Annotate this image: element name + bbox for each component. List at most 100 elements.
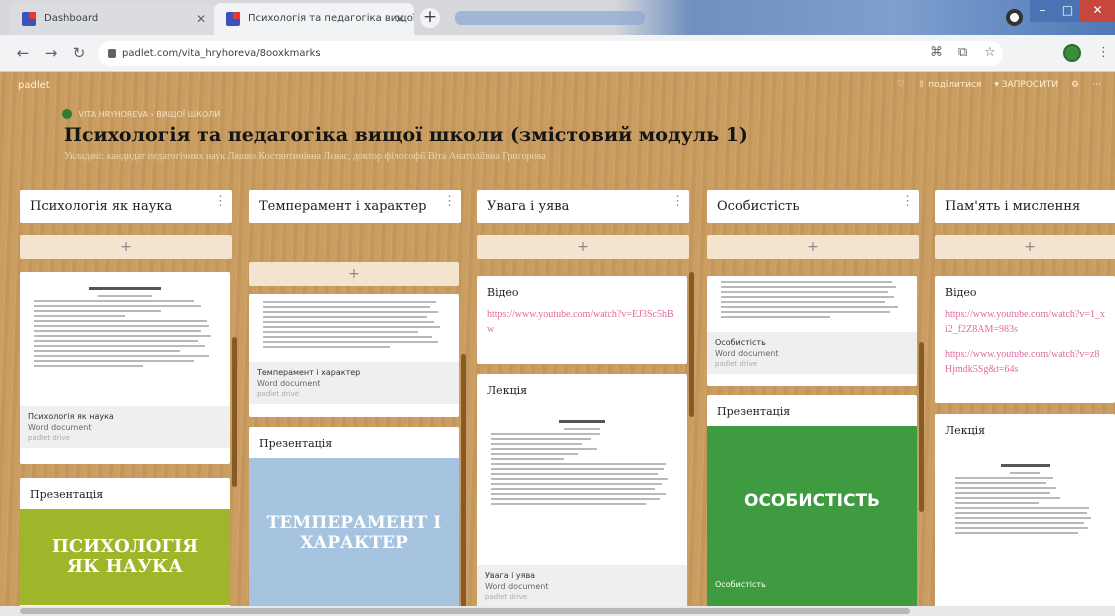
presentation-banner: ПСИХОЛОГІЯ ЯК НАУКА bbox=[20, 509, 230, 605]
document-preview bbox=[249, 294, 459, 362]
post-title: Презентація bbox=[30, 488, 104, 501]
padlet-board: padlet ♡ ⇪ поділитися ▾ ЗАПРОСИТИ ⚙ ⋯ VI… bbox=[0, 72, 1115, 616]
video-link[interactable]: https://www.youtube.com/watch?v=1_xi2_f2… bbox=[935, 307, 1115, 347]
post-card[interactable]: Лекція Увага і уява Word document padlet… bbox=[477, 374, 687, 614]
kebab-menu-icon[interactable]: ⋮ bbox=[443, 195, 456, 208]
column-scrollbar[interactable] bbox=[232, 337, 237, 487]
post-card[interactable]: Лекція bbox=[935, 414, 1115, 616]
breadcrumb-text[interactable]: VITA HRYHOREVA › ВИЩОЇ ШКОЛИ bbox=[79, 110, 221, 119]
close-window-button[interactable]: ✕ bbox=[1080, 0, 1115, 22]
column-scrollbar[interactable] bbox=[919, 342, 924, 512]
browser-menu-icon[interactable]: ⋮ bbox=[1097, 45, 1110, 61]
presentation-banner: ТЕМПЕРАМЕНТ І ХАРАКТЕР bbox=[249, 458, 459, 608]
gear-icon[interactable]: ⚙ bbox=[1071, 80, 1079, 90]
attachment-info: Особистість Word document padlet drive bbox=[707, 332, 917, 374]
kebab-menu-icon[interactable]: ⋮ bbox=[671, 195, 684, 208]
document-preview bbox=[477, 405, 687, 565]
address-bar[interactable]: padlet.com/vita_hryhoreva/8ooxkmarks bbox=[98, 41, 1003, 66]
post-title: Відео bbox=[945, 286, 977, 299]
invite-button[interactable]: ▾ ЗАПРОСИТИ bbox=[994, 80, 1058, 90]
url-text: padlet.com/vita_hryhoreva/8ooxkmarks bbox=[122, 48, 321, 59]
padlet-favicon-icon bbox=[226, 12, 240, 26]
page-subtitle: Укладачі: кандидат педагогічних наук Ляш… bbox=[64, 151, 546, 162]
column-scrollbar[interactable] bbox=[689, 272, 694, 417]
post-title: Лекція bbox=[945, 424, 986, 437]
horizontal-scrollbar[interactable] bbox=[0, 606, 1115, 616]
post-card[interactable]: Відео https://www.youtube.com/watch?v=EJ… bbox=[477, 276, 687, 364]
document-preview bbox=[20, 272, 230, 406]
translate-icon[interactable]: ⌘ bbox=[930, 45, 943, 61]
scrollbar-thumb[interactable] bbox=[20, 608, 910, 614]
close-icon[interactable]: ✕ bbox=[196, 3, 206, 35]
bookmark-star-icon[interactable]: ☆ bbox=[984, 45, 996, 61]
post-title: Презентація bbox=[717, 405, 791, 418]
column-title: Темперамент і характер bbox=[259, 199, 427, 214]
post-card[interactable]: Психологія як наука Word document padlet… bbox=[20, 272, 230, 464]
attachment-info: Темперамент і характер Word document pad… bbox=[249, 362, 459, 404]
add-post-button[interactable]: + bbox=[707, 235, 919, 259]
tab-padlet-board[interactable]: Психологія та педагогіка вищої ✕ bbox=[214, 3, 414, 35]
column-title: Особистість bbox=[717, 199, 800, 214]
video-link[interactable]: https://www.youtube.com/watch?v=EJ3Sc5hB… bbox=[477, 307, 687, 347]
post-card[interactable]: Презентація ПСИХОЛОГІЯ ЯК НАУКА bbox=[20, 478, 230, 616]
new-tab-button[interactable]: + bbox=[420, 8, 440, 28]
kebab-menu-icon[interactable]: ⋮ bbox=[214, 195, 227, 208]
extension-icon[interactable]: ⧉ bbox=[958, 45, 967, 61]
post-card[interactable]: Відео https://www.youtube.com/watch?v=1_… bbox=[935, 276, 1115, 403]
browser-profile-icon[interactable] bbox=[1006, 9, 1023, 26]
avatar[interactable] bbox=[1063, 44, 1081, 62]
add-post-button[interactable]: + bbox=[477, 235, 689, 259]
padlet-favicon-icon bbox=[22, 12, 36, 26]
blurred-tab-area bbox=[455, 11, 645, 25]
author-avatar-icon bbox=[62, 109, 72, 119]
column-psychology-science: Психологія як наука ⋮ + bbox=[20, 190, 232, 259]
presentation-banner: ОСОБИСТІСТЬ bbox=[707, 426, 917, 576]
tab-title: Психологія та педагогіка вищої bbox=[248, 13, 414, 24]
padlet-logo[interactable]: padlet bbox=[18, 80, 50, 91]
document-preview bbox=[707, 276, 917, 332]
column-title: Увага і уява bbox=[487, 199, 570, 214]
add-post-button[interactable]: + bbox=[20, 235, 232, 259]
tab-dashboard[interactable]: Dashboard ✕ bbox=[10, 3, 215, 35]
add-post-button[interactable]: + bbox=[249, 262, 459, 286]
reload-icon[interactable]: ↻ bbox=[70, 44, 88, 62]
video-link[interactable]: https://www.youtube.com/watch?v=z8Hjmdk5… bbox=[935, 347, 1115, 387]
add-post-button[interactable]: + bbox=[935, 235, 1115, 259]
board-actions: ♡ ⇪ поділитися ▾ ЗАПРОСИТИ ⚙ ⋯ bbox=[887, 80, 1101, 90]
browser-tab-bar: Dashboard ✕ Психологія та педагогіка вищ… bbox=[0, 0, 1115, 35]
column-header: Темперамент і характер ⋮ bbox=[249, 190, 461, 223]
close-icon[interactable]: ✕ bbox=[395, 3, 405, 35]
post-card[interactable]: Презентація ТЕМПЕРАМЕНТ І ХАРАКТЕР bbox=[249, 427, 459, 616]
maximize-button[interactable]: □ bbox=[1055, 0, 1080, 22]
post-card[interactable]: Презентація ОСОБИСТІСТЬ Особистість bbox=[707, 395, 917, 616]
post-title: Лекція bbox=[487, 384, 528, 397]
column-title: Психологія як наука bbox=[30, 199, 173, 214]
column-title: Пам'ять і мислення bbox=[945, 199, 1081, 214]
post-title: Відео bbox=[487, 286, 519, 299]
share-button[interactable]: ⇪ поділитися bbox=[918, 80, 982, 90]
kebab-menu-icon[interactable]: ⋮ bbox=[901, 195, 914, 208]
lock-icon bbox=[108, 49, 116, 58]
browser-toolbar: ← → ↻ padlet.com/vita_hryhoreva/8ooxkmar… bbox=[0, 35, 1115, 72]
heart-icon[interactable]: ♡ bbox=[897, 80, 905, 90]
column-attention: Увага і уява ⋮ + bbox=[477, 190, 689, 259]
page-title: Психологія та педагогіка вищої школи (зм… bbox=[64, 124, 748, 146]
forward-arrow-icon[interactable]: → bbox=[42, 44, 60, 62]
back-arrow-icon[interactable]: ← bbox=[14, 44, 32, 62]
column-header: Особистість ⋮ bbox=[707, 190, 919, 223]
column-memory-thinking: Пам'ять і мислення + bbox=[935, 190, 1115, 259]
column-temperament: Темперамент і характер ⋮ bbox=[249, 190, 461, 223]
document-preview bbox=[935, 445, 1115, 595]
column-header: Пам'ять і мислення bbox=[935, 190, 1115, 223]
post-card[interactable]: Темперамент і характер Word document pad… bbox=[249, 294, 459, 417]
breadcrumb: VITA HRYHOREVA › ВИЩОЇ ШКОЛИ bbox=[62, 109, 220, 119]
column-header: Психологія як наука ⋮ bbox=[20, 190, 232, 223]
column-scrollbar[interactable] bbox=[461, 354, 466, 614]
minimize-button[interactable]: – bbox=[1030, 0, 1055, 22]
more-icon[interactable]: ⋯ bbox=[1092, 80, 1101, 90]
attachment-info: Психологія як наука Word document padlet… bbox=[20, 406, 230, 448]
attachment-info: Увага і уява Word document padlet drive bbox=[477, 565, 687, 607]
column-header: Увага і уява ⋮ bbox=[477, 190, 689, 223]
post-title: Презентація bbox=[259, 437, 333, 450]
post-card[interactable]: Особистість Word document padlet drive bbox=[707, 276, 917, 386]
